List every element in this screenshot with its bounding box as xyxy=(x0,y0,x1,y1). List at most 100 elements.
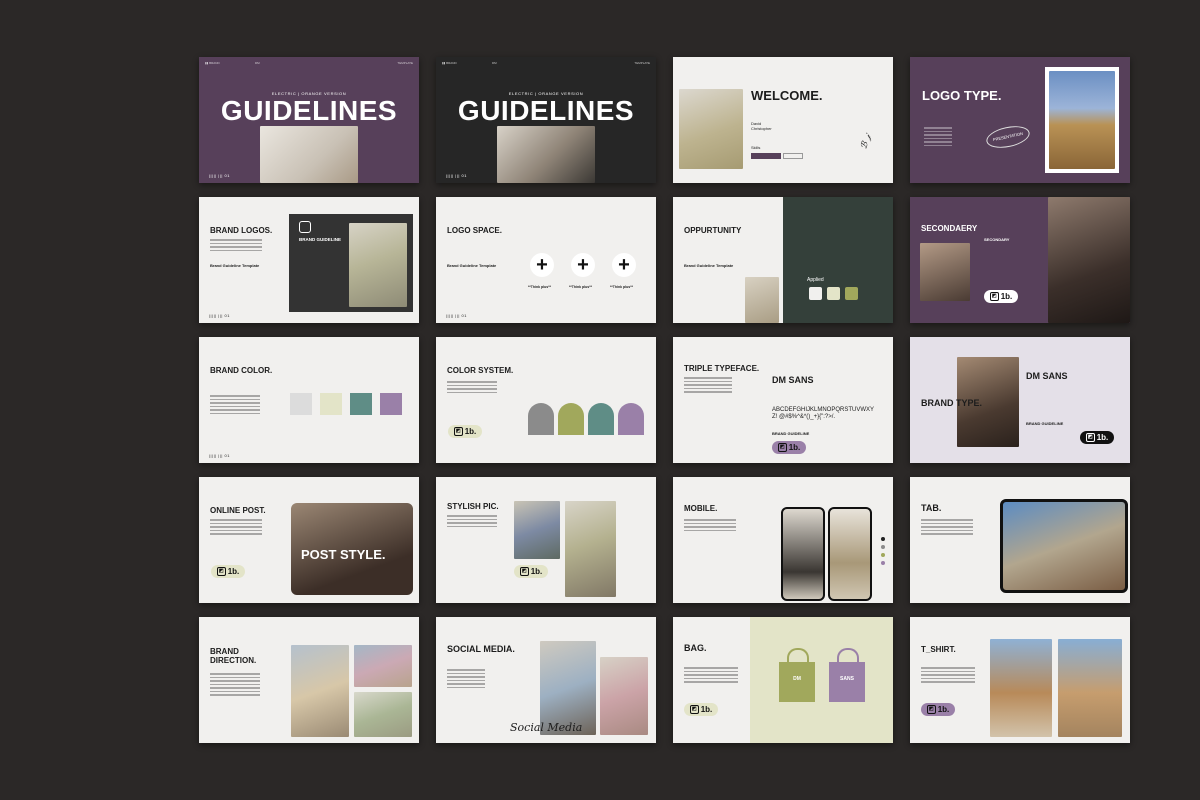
slide-brand-color[interactable]: BRAND COLOR. ||||| ||| 01 xyxy=(199,337,419,463)
color-arch xyxy=(528,403,554,435)
plus-icon: + xyxy=(571,253,595,277)
logo-icon: ◩ xyxy=(926,705,936,714)
secondaery-photo xyxy=(920,243,970,301)
stylish-pic-title: STYLISH PIC. xyxy=(447,502,499,511)
welcome-photo xyxy=(679,89,743,169)
font-name: DM SANS xyxy=(772,375,814,385)
tote-bag: SANS xyxy=(829,648,865,702)
logo-type-title: LOGO TYPE. xyxy=(922,88,1002,103)
triple-typeface-title: TRIPLE TYPEFACE. xyxy=(684,364,760,373)
logo-icon: ◩ xyxy=(689,705,699,714)
logo-icon xyxy=(827,287,840,300)
logo-icon: ◩ xyxy=(989,292,999,301)
welcome-name: David Christopher xyxy=(751,121,772,131)
slide-stylish-pic[interactable]: STYLISH PIC. ◩ 1b. xyxy=(436,477,656,603)
signature-icon: ℬ 𝒿 xyxy=(859,133,874,151)
color-system-title: COLOR SYSTEM. xyxy=(447,366,514,375)
skill-bar xyxy=(751,153,781,159)
bag-title: BAG. xyxy=(684,643,707,653)
oppurtunity-title: OPPURTUNITY xyxy=(684,226,742,235)
slide-brand-direction[interactable]: BRAND DIRECTION. xyxy=(199,617,419,743)
slide-triple-typeface[interactable]: TRIPLE TYPEFACE. DM SANS ABCDEFGHIJKLMNO… xyxy=(673,337,893,463)
slide-brand-type[interactable]: BRAND TYPE. DM SANS BRAND GUIDELINE ◩ 1b. xyxy=(910,337,1130,463)
brand-badge: ◩ 1b. xyxy=(448,425,482,438)
logo-space-title: LOGO SPACE. xyxy=(447,226,502,235)
phone-mockup xyxy=(828,507,872,601)
presentation-oval: PRESENTATION xyxy=(984,122,1032,152)
tote-bag: DM xyxy=(779,648,815,702)
slide-mobile[interactable]: MOBILE. xyxy=(673,477,893,603)
online-post-title: ONLINE POST. xyxy=(210,506,266,515)
slide-online-post[interactable]: ONLINE POST. ◩ 1b. POST STYLE. xyxy=(199,477,419,603)
social-photo xyxy=(600,657,648,735)
plus-label: **Think plus** xyxy=(569,285,592,289)
logo-icon xyxy=(299,221,311,233)
slide-guidelines-purple[interactable]: ▮▮ BRAND DM TEMPLATE ELECTRIC | ORANGE VER… xyxy=(199,57,419,183)
phone-mockup xyxy=(781,507,825,601)
color-dot xyxy=(881,537,885,541)
direction-photo xyxy=(354,645,412,687)
brand-direction-title: BRAND DIRECTION. xyxy=(210,647,257,665)
social-script: Social Media xyxy=(510,721,583,734)
font-name: DM SANS xyxy=(1026,371,1068,381)
slide-t-shirt[interactable]: T_SHIRT. ◩ 1b. xyxy=(910,617,1130,743)
caption: Brand Guideline Template xyxy=(447,263,497,268)
brand-badge: ◩ 1b. xyxy=(921,703,955,716)
slide-color-system[interactable]: COLOR SYSTEM. ◩ 1b. xyxy=(436,337,656,463)
direction-photo xyxy=(354,692,412,737)
brand-logos-title: BRAND LOGOS. xyxy=(210,226,273,235)
slide-social-media[interactable]: SOCIAL MEDIA. Social Media xyxy=(436,617,656,743)
caption: BRAND GUIDELINE xyxy=(1026,421,1064,426)
color-arch xyxy=(558,403,584,435)
brand-badge: ◩ 1b. xyxy=(1080,431,1114,444)
green-panel xyxy=(783,197,893,323)
color-dot xyxy=(881,561,885,565)
logo-icon: ◩ xyxy=(777,443,787,452)
slide-brand-logos[interactable]: BRAND LOGOS. Brand Guideline Template BR… xyxy=(199,197,419,323)
alphabet: ABCDEFGHIJKLMNOPQRSTUVWXYZ! @#$%^&*()_+}… xyxy=(772,407,875,420)
t-shirt-photo xyxy=(1058,639,1122,737)
slide-tab[interactable]: TAB. xyxy=(910,477,1130,603)
brand-badge: ◩ 1b. xyxy=(211,565,245,578)
plus-label: **Think plus** xyxy=(528,285,551,289)
slide-welcome[interactable]: WELCOME. David Christopher Skills ℬ 𝒿 xyxy=(673,57,893,183)
secondary-label: SECONDARY xyxy=(984,237,1010,242)
color-arch xyxy=(618,403,644,435)
brand-badge: ◩ 1b. xyxy=(984,290,1018,303)
stylish-photo xyxy=(565,501,616,597)
slide-logo-type[interactable]: LOGO TYPE. PRESENTATION xyxy=(910,57,1130,183)
secondaery-title: SECONDAERY xyxy=(921,224,978,233)
post-overlay-title: POST STYLE. xyxy=(301,547,386,562)
slide-logo-space[interactable]: LOGO SPACE. Brand Guideline Template + +… xyxy=(436,197,656,323)
color-swatch xyxy=(350,393,372,415)
plus-label: **Think plus** xyxy=(610,285,633,289)
logo-type-photo xyxy=(1049,71,1115,169)
brand-logos-photo xyxy=(349,223,407,307)
cover-photo xyxy=(260,126,358,183)
logo-icon xyxy=(809,287,822,300)
slide-guidelines-dark[interactable]: ▮▮ BRAND DM TEMPLATE ELECTRIC | ORANGE VER… xyxy=(436,57,656,183)
brand-badge: ◩ 1b. xyxy=(684,703,718,716)
logo-icon xyxy=(845,287,858,300)
slide-oppurtunity[interactable]: OPPURTUNITY Brand Guideline Template App… xyxy=(673,197,893,323)
plus-icon: + xyxy=(530,253,554,277)
applied-label: Applied xyxy=(807,277,824,283)
skill-bar-empty xyxy=(783,153,803,159)
tablet-mockup xyxy=(1000,499,1128,593)
social-media-title: SOCIAL MEDIA. xyxy=(447,644,515,654)
logo-icon: ◩ xyxy=(1085,433,1095,442)
color-swatch xyxy=(320,393,342,415)
t-shirt-photo xyxy=(990,639,1052,737)
welcome-title: WELCOME. xyxy=(751,88,823,103)
slide-grid: ▮▮ BRAND DM TEMPLATE ELECTRIC | ORANGE VER… xyxy=(0,0,1200,800)
color-dot xyxy=(881,545,885,549)
mobile-title: MOBILE. xyxy=(684,504,718,513)
brand-type-title: BRAND TYPE. xyxy=(921,398,983,408)
t-shirt-title: T_SHIRT. xyxy=(921,645,956,654)
oppurtunity-photo xyxy=(745,277,779,323)
welcome-skills: Skills xyxy=(751,145,761,150)
color-swatch xyxy=(290,393,312,415)
slide-secondaery[interactable]: SECONDAERY SECONDARY ◩ 1b. xyxy=(910,197,1130,323)
slide-bag[interactable]: BAG. ◩ 1b. DM SANS xyxy=(673,617,893,743)
logo-icon: ◩ xyxy=(519,567,529,576)
